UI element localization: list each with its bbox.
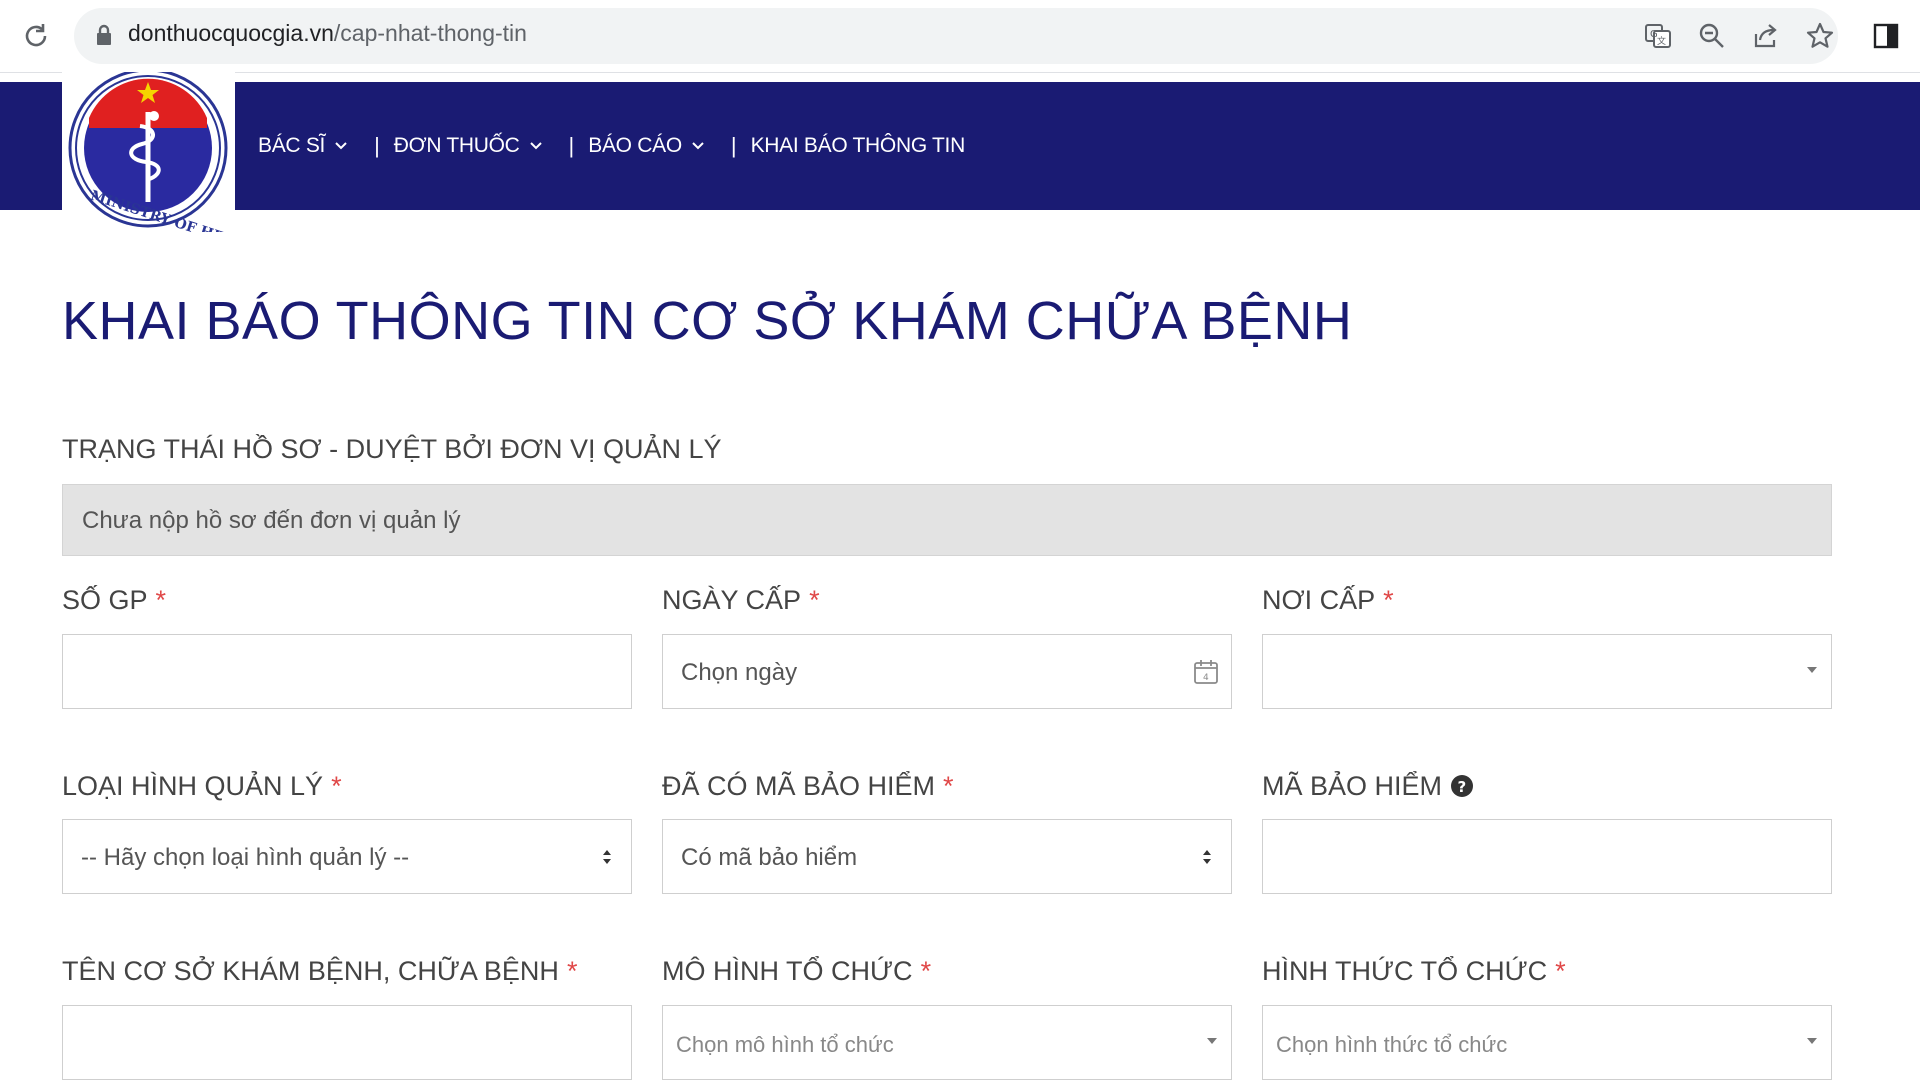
required-mark: * — [331, 771, 342, 801]
mo-hinh-placeholder: Chọn mô hình tổ chức — [676, 1032, 894, 1057]
required-mark: * — [566, 956, 578, 986]
required-mark: * — [1555, 956, 1566, 986]
status-label: TRẠNG THÁI HỒ SƠ - DUYỆT BỞI ĐƠN VỊ QUẢN… — [62, 434, 722, 464]
ten-co-so-input[interactable] — [62, 1005, 632, 1080]
question-circle-icon[interactable]: ? — [1450, 774, 1474, 798]
chevron-down-icon — [529, 142, 542, 150]
side-panel-icon[interactable] — [1870, 20, 1902, 52]
required-mark: * — [809, 585, 820, 615]
svg-text:?: ? — [1458, 778, 1467, 796]
loai-hinh-select[interactable]: -- Hãy chọn loại hình quản lý -- — [62, 819, 632, 894]
zoom-icon[interactable] — [1696, 20, 1728, 52]
nav-label: BÁO CÁO — [588, 134, 682, 157]
main-nav: BÁC SĨ | ĐƠN THUỐC | BÁO CÁO | KHAI BÁO … — [258, 82, 965, 210]
label-text: HÌNH THỨC TỔ CHỨC — [1262, 956, 1548, 986]
url-domain: donthuocquocgia.vn — [128, 20, 334, 46]
noi-cap-select[interactable] — [1262, 634, 1832, 709]
ngay-cap-datepicker[interactable]: Chọn ngày 4 — [662, 634, 1232, 709]
nav-khai-bao-thong-tin[interactable]: KHAI BÁO THÔNG TIN — [750, 134, 966, 158]
svg-text:文: 文 — [1657, 35, 1666, 47]
caret-down-icon — [1807, 1038, 1817, 1044]
ngay-cap-placeholder: Chọn ngày — [681, 659, 798, 686]
lock-icon[interactable] — [92, 22, 116, 48]
noi-cap-label: NƠI CẤP * — [1262, 585, 1394, 616]
label-text: SỐ GP — [62, 585, 148, 615]
translate-icon[interactable]: G 文 — [1642, 20, 1674, 52]
bookmark-star-icon[interactable] — [1804, 20, 1836, 52]
label-text: NƠI CẤP — [1262, 585, 1376, 615]
da-co-ma-select[interactable]: Có mã bảo hiểm — [662, 819, 1232, 894]
label-text: LOẠI HÌNH QUẢN LÝ — [62, 771, 324, 801]
ministry-of-health-logo[interactable]: MINISTRY OF HEALTH — [62, 65, 267, 259]
calendar-icon[interactable]: 4 — [1191, 657, 1221, 687]
select-arrows-icon — [1203, 850, 1211, 864]
required-mark: * — [155, 585, 167, 615]
chevron-down-icon — [692, 142, 704, 150]
url-path: /cap-nhat-thong-tin — [333, 20, 527, 46]
select-arrows-icon — [603, 850, 611, 864]
nav-separator: | — [730, 133, 737, 158]
chevron-down-icon — [335, 142, 347, 150]
da-co-ma-label: ĐÃ CÓ MÃ BẢO HIỂM * — [662, 771, 954, 802]
mo-hinh-label: MÔ HÌNH TỔ CHỨC * — [662, 956, 931, 987]
mo-hinh-select[interactable]: Chọn mô hình tổ chức — [662, 1005, 1232, 1080]
nav-label: BÁC SĨ — [258, 134, 326, 157]
nav-label: ĐƠN THUỐC — [393, 134, 520, 157]
nav-don-thuoc[interactable]: ĐƠN THUỐC — [394, 134, 543, 158]
page-title: KHAI BÁO THÔNG TIN CƠ SỞ KHÁM CHỮA BỆNH — [62, 291, 1353, 351]
nav-label: KHAI BÁO THÔNG TIN — [750, 134, 966, 157]
loai-hinh-value: -- Hãy chọn loại hình quản lý -- — [81, 844, 410, 871]
share-icon[interactable] — [1750, 20, 1782, 52]
caret-down-icon — [1207, 1038, 1217, 1044]
reload-icon[interactable] — [20, 20, 52, 52]
required-mark: * — [920, 956, 932, 986]
da-co-ma-value: Có mã bảo hiểm — [681, 844, 858, 871]
hinh-thuc-placeholder: Chọn hình thức tổ chức — [1276, 1032, 1508, 1057]
nav-separator: | — [568, 133, 575, 158]
hinh-thuc-label: HÌNH THỨC TỔ CHỨC * — [1262, 956, 1566, 987]
caret-down-icon — [1807, 667, 1817, 673]
so-gp-label: SỐ GP * — [62, 585, 166, 616]
loai-hinh-label: LOẠI HÌNH QUẢN LÝ * — [62, 771, 342, 802]
required-mark: * — [1383, 585, 1394, 615]
status-box: Chưa nộp hồ sơ đến đơn vị quản lý — [62, 484, 1832, 556]
status-value: Chưa nộp hồ sơ đến đơn vị quản lý — [82, 507, 461, 534]
nav-bao-cao[interactable]: BÁO CÁO — [588, 134, 705, 158]
label-text: MÃ BẢO HIỂM — [1262, 771, 1443, 801]
label-text: TÊN CƠ SỞ KHÁM BỆNH, CHỮA BỆNH — [62, 956, 559, 986]
ma-bao-hiem-label: MÃ BẢO HIỂM? — [1262, 771, 1474, 802]
hinh-thuc-select[interactable]: Chọn hình thức tổ chức — [1262, 1005, 1832, 1080]
browser-toolbar: donthuocquocgia.vn/cap-nhat-thong-tin G … — [0, 0, 1920, 73]
nav-separator: | — [374, 133, 380, 158]
nav-bac-si[interactable]: BÁC SĨ — [258, 134, 348, 158]
ngay-cap-label: NGÀY CẤP * — [662, 585, 820, 616]
label-text: ĐÃ CÓ MÃ BẢO HIỂM — [662, 771, 936, 801]
svg-text:4: 4 — [1203, 673, 1209, 683]
required-mark: * — [943, 771, 954, 801]
label-text: NGÀY CẤP — [662, 585, 802, 615]
ten-co-so-label: TÊN CƠ SỞ KHÁM BỆNH, CHỮA BỆNH * — [62, 956, 577, 987]
label-text: MÔ HÌNH TỔ CHỨC — [662, 956, 913, 986]
address-url[interactable]: donthuocquocgia.vn/cap-nhat-thong-tin — [128, 20, 527, 47]
so-gp-input[interactable] — [62, 634, 632, 709]
ma-bao-hiem-input[interactable] — [1262, 819, 1832, 894]
